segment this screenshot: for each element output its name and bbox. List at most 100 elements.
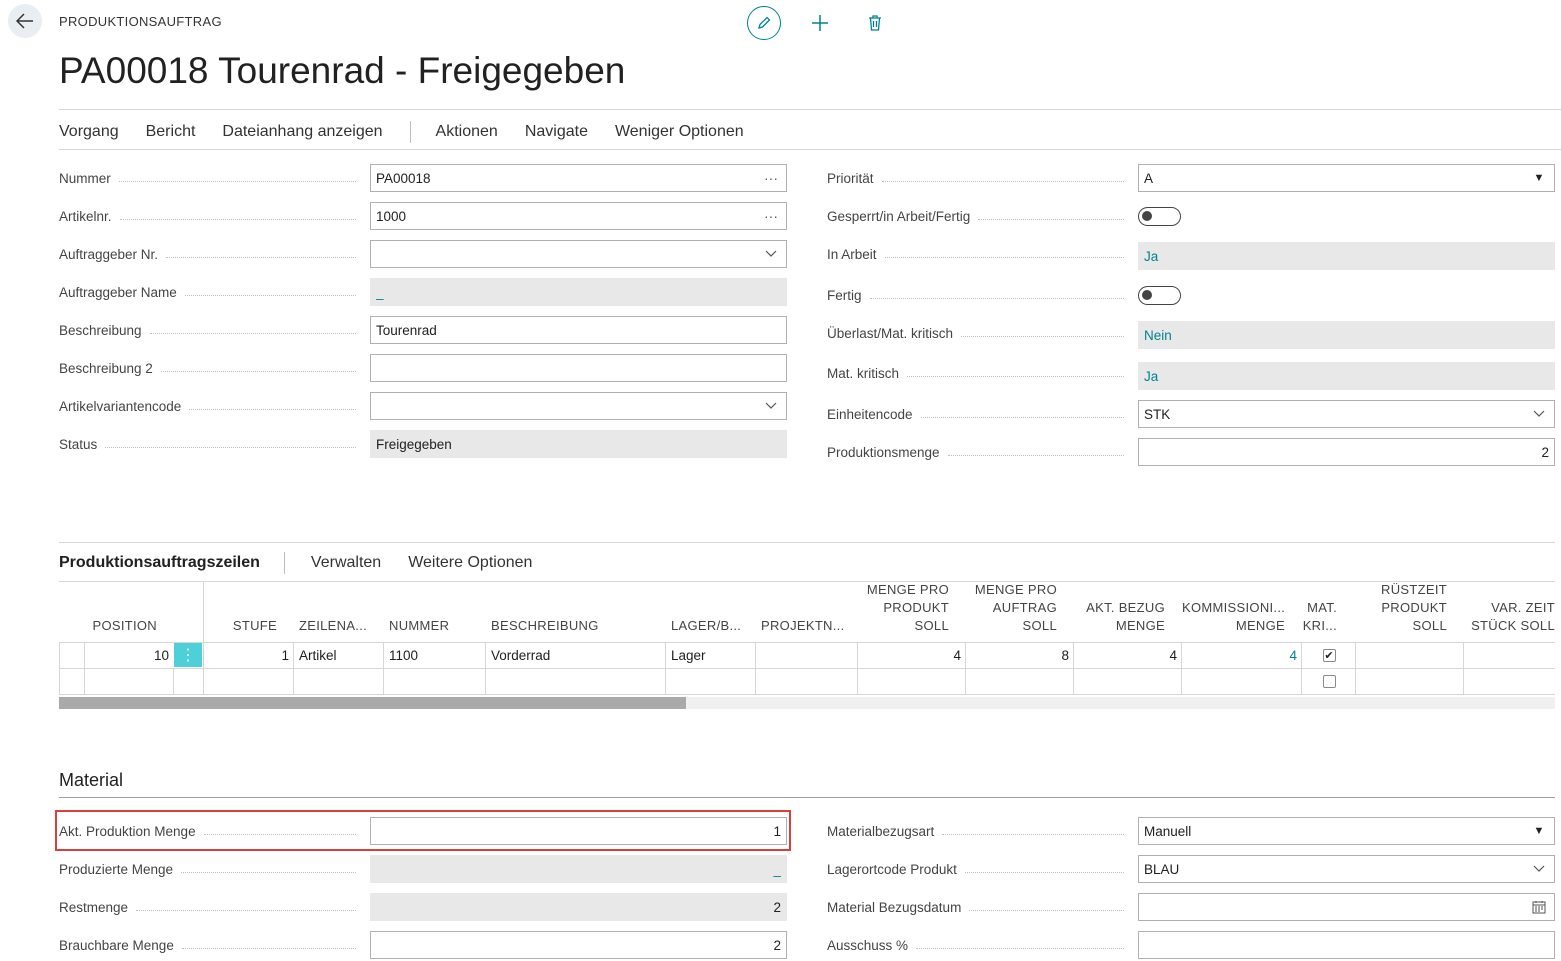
menu-navigate[interactable]: Navigate (525, 123, 588, 141)
cell-kommissioniert[interactable] (1181, 669, 1302, 694)
beschreibung-2-field[interactable] (370, 354, 787, 382)
cell-ruestzeit[interactable] (1355, 669, 1464, 694)
col-header-nummer[interactable]: NUMMER (389, 617, 479, 635)
cell-menge-pro-produkt[interactable] (857, 669, 966, 694)
edit-button[interactable] (747, 6, 781, 40)
cell-lager[interactable]: Lager (665, 643, 756, 668)
auftraggeber-nr-field[interactable] (370, 240, 787, 268)
checkbox-checked[interactable]: ✔ (1322, 649, 1336, 662)
new-button[interactable] (803, 6, 837, 40)
cell-ruestzeit[interactable] (1355, 643, 1464, 668)
menu-aktionen[interactable]: Aktionen (436, 123, 498, 141)
cell-beschreibung[interactable] (485, 669, 666, 694)
col-header-kommissioniert[interactable]: KOMMISSIONI... MENGE (1182, 599, 1285, 635)
separator (283, 552, 285, 574)
divider (59, 109, 1561, 110)
cell-zeilenart[interactable]: Artikel (293, 643, 384, 668)
field-label-in-arbeit: In Arbeit (827, 240, 1132, 268)
horizontal-scrollbar[interactable] (59, 697, 1555, 709)
lookup-ellipsis-icon[interactable]: ··· (761, 170, 781, 186)
col-header-lager[interactable]: LAGER/B... (671, 617, 751, 635)
einheitencode-field[interactable]: STK (1138, 400, 1555, 428)
chevron-down-icon[interactable] (1529, 410, 1549, 418)
artikelnr-field[interactable]: 1000 ··· (370, 202, 787, 230)
col-header-menge-pro-auftrag[interactable]: MENGE PRO AUFTRAG SOLL (966, 581, 1057, 635)
cell-lager[interactable] (665, 669, 756, 694)
gesperrt-toggle[interactable] (1138, 207, 1181, 226)
mat-kritisch-field[interactable]: Ja (1138, 362, 1555, 390)
menu-bericht[interactable]: Bericht (146, 123, 196, 141)
cell-mat-kri[interactable] (1301, 669, 1356, 694)
back-button[interactable] (8, 4, 42, 38)
in-arbeit-field[interactable]: Ja (1138, 242, 1555, 270)
menu-weniger-optionen[interactable]: Weniger Optionen (615, 123, 744, 141)
nummer-field[interactable]: PA00018 ··· (370, 164, 787, 192)
cell-menge-pro-produkt[interactable]: 4 (857, 643, 966, 668)
cell-stufe[interactable] (203, 669, 294, 694)
lookup-ellipsis-icon[interactable]: ··· (761, 208, 781, 224)
beschreibung-field[interactable]: Tourenrad (370, 316, 787, 344)
cell-menge-pro-auftrag[interactable]: 8 (965, 643, 1074, 668)
divider (59, 149, 1561, 150)
divider (59, 581, 1555, 582)
field-label-ueberlast: Überlast/Mat. kritisch (827, 319, 1132, 347)
chevron-down-icon[interactable] (761, 250, 781, 258)
chevron-down-icon[interactable] (1529, 865, 1549, 873)
menu-vorgang[interactable]: Vorgang (59, 123, 119, 141)
chevron-down-icon[interactable] (761, 402, 781, 410)
materialbezugsart-select[interactable]: Manuell ▼ (1138, 817, 1555, 845)
row-selector[interactable] (59, 669, 84, 694)
cell-beschreibung[interactable]: Vorderrad (485, 643, 666, 668)
col-header-projekt[interactable]: PROJEKTN... (761, 617, 851, 635)
cell-nummer[interactable] (383, 669, 486, 694)
prioritaet-select[interactable]: A ▼ (1138, 164, 1555, 192)
col-header-menge-pro-produkt[interactable]: MENGE PRO PRODUKT SOLL (858, 581, 949, 635)
field-label-ausschuss: Ausschuss % (827, 931, 1132, 959)
col-header-position[interactable]: POSITION (84, 617, 157, 635)
cell-position[interactable]: 10 (84, 643, 174, 668)
cell-akt-bezug[interactable] (1073, 669, 1182, 694)
col-header-beschreibung[interactable]: BESCHREIBUNG (491, 617, 641, 635)
fertig-toggle[interactable] (1138, 286, 1181, 305)
cell-mat-kri[interactable]: ✔ (1301, 643, 1356, 668)
col-header-ruestzeit[interactable]: RÜSTZEIT PRODUKT SOLL (1356, 581, 1447, 635)
ueberlast-field[interactable]: Nein (1138, 321, 1555, 349)
ausschuss-field[interactable] (1138, 931, 1555, 959)
cell-projekt[interactable] (755, 643, 858, 668)
scrollbar-thumb[interactable] (59, 697, 686, 709)
status-field: Freigegeben (370, 430, 787, 458)
cell-akt-bezug[interactable]: 4 (1073, 643, 1182, 668)
col-header-var-zeit[interactable]: VAR. ZEIT STÜCK SOLL (1464, 599, 1555, 635)
menu-weitere-optionen[interactable]: Weitere Optionen (408, 554, 532, 572)
brauchbare-menge-field[interactable]: 2 (370, 931, 787, 959)
row-selector[interactable] (59, 643, 84, 668)
cell-zeilenart[interactable] (293, 669, 384, 694)
col-header-akt-bezug[interactable]: AKT. BEZUG MENGE (1074, 599, 1165, 635)
produktionsmenge-field[interactable]: 2 (1138, 438, 1555, 466)
material-bezugsdatum-field[interactable] (1138, 893, 1555, 921)
cell-menge-pro-auftrag[interactable] (965, 669, 1074, 694)
breadcrumb: PRODUKTIONSAUFTRAG (59, 14, 222, 29)
delete-button[interactable] (858, 6, 892, 40)
col-header-zeilenart[interactable]: ZEILENA... (299, 617, 379, 635)
field-label-auftraggeber-nr: Auftraggeber Nr. (59, 240, 364, 268)
menu-verwalten[interactable]: Verwalten (311, 554, 381, 572)
lagerortcode-produkt-field[interactable]: BLAU (1138, 855, 1555, 883)
col-header-stufe[interactable]: STUFE (204, 617, 277, 635)
calendar-icon[interactable] (1529, 900, 1549, 914)
cell-var-zeit[interactable] (1463, 643, 1555, 668)
row-menu-button[interactable]: ⋮ (174, 643, 202, 667)
artikelvariantencode-field[interactable] (370, 392, 787, 420)
cell-projekt[interactable] (755, 669, 858, 694)
section-title-material[interactable]: Material (59, 770, 123, 791)
lines-title[interactable]: Produktionsauftragszeilen (59, 554, 260, 572)
col-header-mat-kri[interactable]: MAT. KRI... (1300, 599, 1337, 635)
produzierte-menge-field[interactable]: _ (370, 855, 787, 883)
menu-dateianhang[interactable]: Dateianhang anzeigen (222, 123, 382, 141)
cell-position[interactable] (84, 669, 174, 694)
checkbox-unchecked[interactable] (1322, 675, 1336, 688)
cell-stufe[interactable]: 1 (203, 643, 294, 668)
cell-nummer[interactable]: 1100 (383, 643, 486, 668)
cell-kommissioniert[interactable]: 4 (1181, 643, 1302, 668)
cell-var-zeit[interactable] (1463, 669, 1555, 694)
